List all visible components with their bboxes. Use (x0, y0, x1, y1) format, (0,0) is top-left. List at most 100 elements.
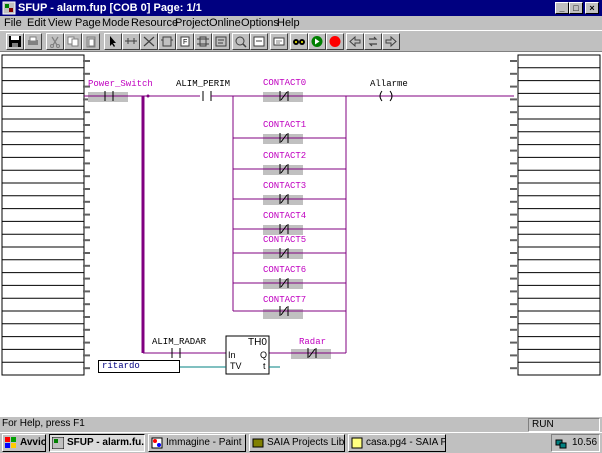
goggles-icon (293, 39, 305, 45)
floppy-icon (9, 36, 21, 47)
status-bar: For Help, press F1 RUN (0, 416, 602, 433)
label-tool-button[interactable] (194, 33, 212, 50)
contact2-label: CONTACT2 (263, 151, 307, 161)
menu-edit[interactable]: Edit (27, 16, 46, 30)
step-forward-button[interactable] (382, 33, 400, 50)
windows-logo-icon (5, 437, 16, 448)
clipboard-icon (86, 36, 96, 48)
task-paint[interactable]: Immagine - Paint (148, 434, 246, 452)
project-app-icon (351, 437, 363, 449)
arrow-left-icon (349, 35, 361, 48)
start-button[interactable]: Avvio (2, 434, 46, 452)
stop-icon (329, 36, 341, 47)
window-title: SFUP - alarm.fup [COB 0] Page: 1/1 (18, 2, 202, 14)
page-icon (253, 36, 265, 47)
contact4-label: CONTACT4 (263, 211, 307, 221)
maximize-button[interactable]: □ (569, 2, 583, 14)
junction-dot (146, 94, 150, 98)
copy-button[interactable] (64, 33, 82, 50)
refresh-icon (368, 36, 378, 47)
paste-button[interactable] (82, 33, 100, 50)
menu-mode[interactable]: Mode (102, 16, 130, 30)
zoom-button[interactable] (232, 33, 250, 50)
line-tool-icon (125, 38, 137, 44)
menu-online[interactable]: Online (209, 16, 241, 30)
box-tool-button[interactable] (158, 33, 176, 50)
step-back-button[interactable] (346, 33, 364, 50)
refresh-button[interactable] (364, 33, 382, 50)
menu-file[interactable]: File (4, 16, 22, 30)
fbox-tool-button[interactable]: F (176, 33, 194, 50)
task-saia-library[interactable]: SAIA Projects Library (249, 434, 345, 452)
alim-perim-label: ALIM_PERIM (176, 79, 231, 89)
timer-q-label: Q (260, 350, 268, 360)
menu-view[interactable]: View (48, 16, 72, 30)
box-icon (161, 36, 173, 47)
menu-options[interactable]: Options (241, 16, 279, 30)
radar-label: Radar (299, 337, 327, 347)
timer-tv-label: TV (230, 361, 242, 371)
timer-in-label: In (228, 350, 236, 360)
task-saia-project[interactable]: casa.pg4 - SAIA Pro... (348, 434, 446, 452)
run-button[interactable] (308, 33, 326, 50)
label-icon (197, 36, 209, 47)
clock[interactable]: 10.56 (572, 436, 597, 450)
power-switch-box (88, 92, 128, 102)
io-panel (517, 54, 601, 376)
status-mode: RUN (528, 418, 600, 432)
fup-diagram[interactable] (0, 52, 602, 416)
stop-button[interactable] (326, 33, 344, 50)
title-bar: SFUP - alarm.fup [COB 0] Page: 1/1 _ □ × (0, 0, 602, 16)
network-icon[interactable] (555, 437, 567, 449)
contact0-label: CONTACT0 (263, 78, 307, 88)
library-app-icon (252, 438, 264, 448)
system-tray: 10.56 (551, 434, 600, 452)
io-panel (1, 54, 85, 376)
copy-icon (67, 36, 79, 47)
paint-app-icon (151, 437, 163, 449)
app-icon (2, 1, 16, 15)
power-switch-label: Power_Switch (88, 79, 153, 89)
run-icon (311, 36, 323, 47)
contact1-label: CONTACT1 (263, 120, 307, 130)
minimize-button[interactable]: _ (555, 2, 569, 14)
scissors-icon (50, 36, 60, 48)
svg-text:F: F (183, 39, 187, 46)
menu-resource[interactable]: Resource (131, 16, 178, 30)
cross-icon (143, 36, 155, 47)
timer-t-label: t (263, 361, 266, 371)
comment-tool-button[interactable] (212, 33, 230, 50)
fup-editor[interactable]: Power_Switch ALIM_PERIM CONTACT0 CONTACT… (0, 52, 602, 416)
contact7-label: CONTACT7 (263, 295, 307, 305)
comment-icon (215, 36, 227, 47)
cut-button[interactable] (46, 33, 64, 50)
arrow-cursor-icon (110, 36, 116, 47)
build-button[interactable] (270, 33, 288, 50)
contact5-label: CONTACT5 (263, 235, 307, 245)
timer-name: TH0 (248, 337, 267, 348)
delete-tool-button[interactable] (140, 33, 158, 50)
menu-project[interactable]: Project (175, 16, 209, 30)
alim-radar-label: ALIM_RADAR (152, 337, 207, 347)
taskbar: Avvio SFUP - alarm.fu... Immagine - Pain… (0, 432, 602, 453)
zoom-icon (235, 36, 247, 48)
ritardo-input[interactable]: ritardo (98, 360, 180, 373)
menu-page[interactable]: Page (75, 16, 101, 30)
print-button[interactable] (24, 33, 42, 50)
online-button[interactable] (290, 33, 308, 50)
select-tool-button[interactable] (104, 33, 122, 50)
menu-help[interactable]: Help (277, 16, 300, 30)
close-button[interactable]: × (585, 2, 599, 14)
allarme-label: Allarme (370, 79, 408, 89)
arrow-right-icon (385, 35, 397, 48)
build-icon (273, 37, 285, 46)
toolbar: F (0, 30, 602, 52)
contact3-label: CONTACT3 (263, 181, 307, 191)
page-button[interactable] (250, 33, 268, 50)
save-button[interactable] (6, 33, 24, 50)
task-sfup[interactable]: SFUP - alarm.fu... (49, 434, 145, 452)
status-help: For Help, press F1 (2, 418, 85, 429)
menu-bar: File Edit View Page Mode Resource Projec… (0, 16, 602, 30)
contact6-label: CONTACT6 (263, 265, 307, 275)
connect-tool-button[interactable] (122, 33, 140, 50)
